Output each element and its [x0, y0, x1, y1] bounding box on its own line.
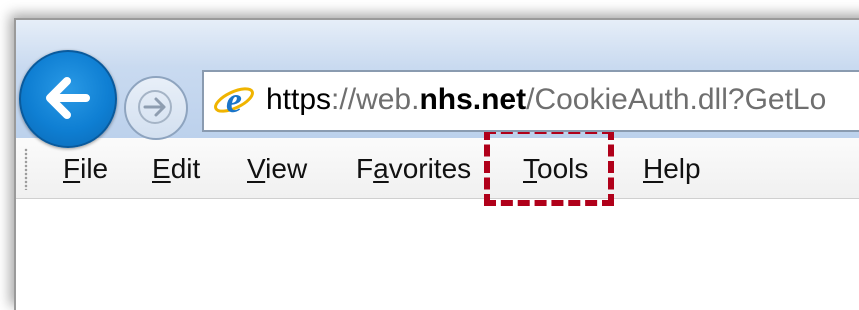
url-domain: nhs.net	[419, 83, 527, 116]
menu-bar: File Edit View Favorites Tools Help	[16, 138, 859, 199]
url-path: /CookieAuth.dll?GetLo	[526, 83, 827, 116]
back-button[interactable]	[19, 50, 117, 148]
menu-edit[interactable]: Edit	[152, 152, 200, 186]
internet-explorer-icon: e	[214, 80, 254, 120]
navigation-bar: e https://web.nhs.net/CookieAuth.dll?Get…	[16, 20, 859, 148]
back-arrow-icon	[46, 77, 90, 119]
menu-file[interactable]: File	[63, 152, 108, 186]
menu-favorites[interactable]: Favorites	[356, 152, 471, 186]
toolbar-grip[interactable]	[24, 148, 28, 190]
browser-window: e https://web.nhs.net/CookieAuth.dll?Get…	[14, 18, 859, 310]
svg-text:e: e	[226, 80, 242, 120]
url-separator: ://	[331, 83, 357, 116]
forward-arrow-icon	[138, 90, 172, 124]
address-bar[interactable]: e https://web.nhs.net/CookieAuth.dll?Get…	[202, 70, 859, 132]
tools-highlight-box	[484, 128, 614, 206]
menu-view[interactable]: View	[247, 152, 307, 186]
url-subdomain: web.	[356, 83, 420, 116]
forward-button[interactable]	[124, 76, 188, 140]
page-content-area	[16, 199, 859, 310]
url-scheme: https	[266, 83, 332, 116]
url-text[interactable]: https://web.nhs.net/CookieAuth.dll?GetLo	[266, 82, 826, 118]
menu-help[interactable]: Help	[643, 152, 701, 186]
